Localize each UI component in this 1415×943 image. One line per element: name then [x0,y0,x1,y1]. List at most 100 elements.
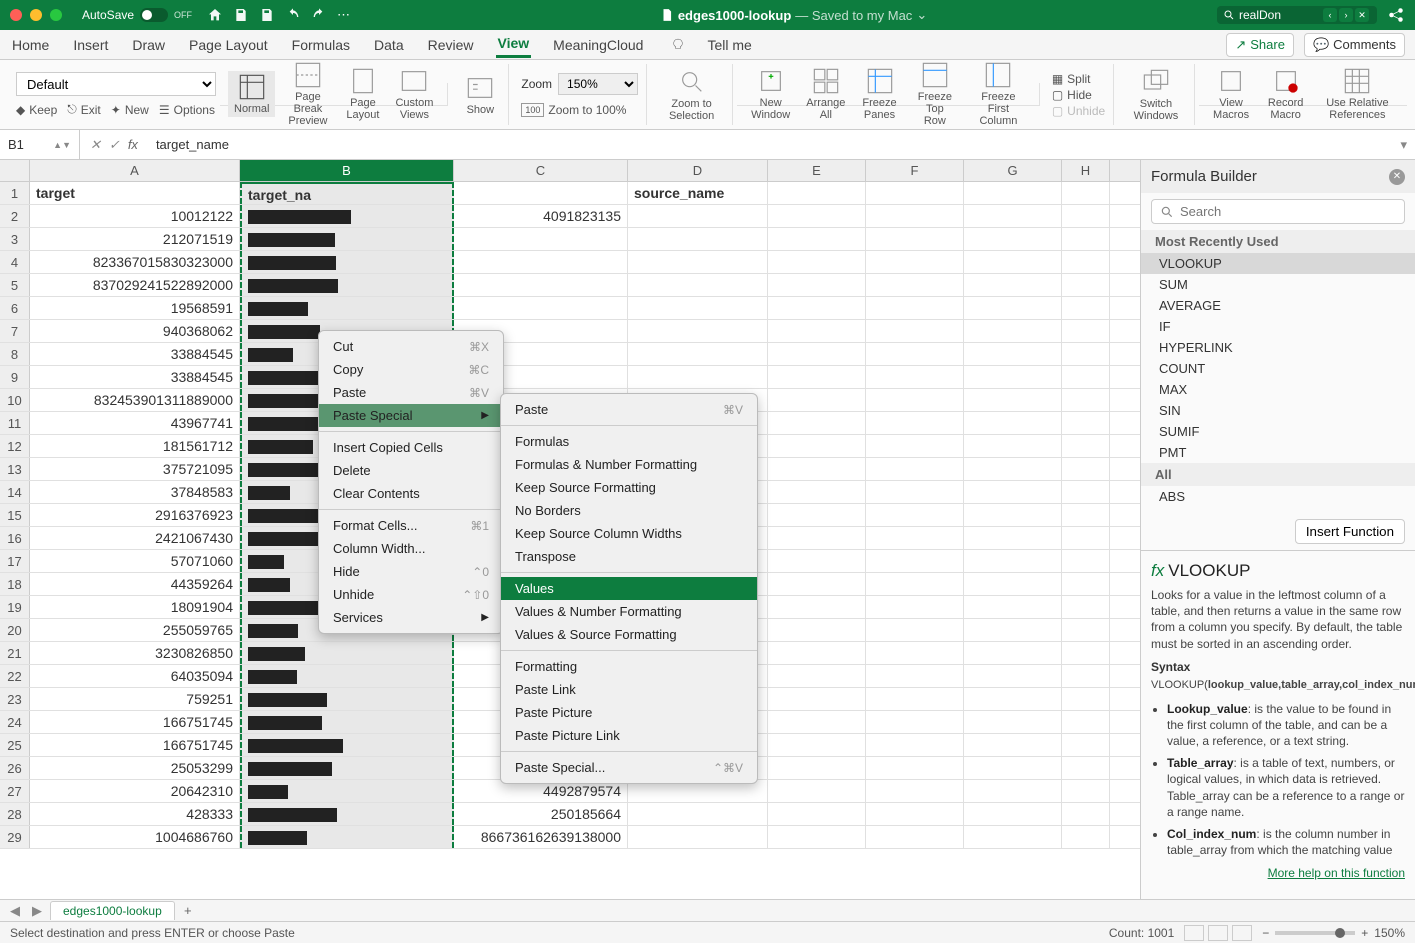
cell[interactable]: target_na [240,182,454,204]
menu-item-values-source-formatting[interactable]: Values & Source Formatting [501,623,757,646]
close-icon[interactable]: ✕ [1389,169,1405,185]
cell[interactable] [964,527,1062,549]
fb-fn-sin[interactable]: SIN [1141,400,1415,421]
cell[interactable] [964,205,1062,227]
cell[interactable]: 10012122 [30,205,240,227]
cell[interactable] [628,274,768,296]
menu-item-cut[interactable]: Cut⌘X [319,335,503,358]
select-all-corner[interactable] [0,160,30,181]
new-window-button[interactable]: New Window [745,65,796,123]
fb-fn-count[interactable]: COUNT [1141,358,1415,379]
row-header[interactable]: 13 [0,458,30,480]
chevron-down-icon[interactable]: ⌄ [916,7,927,23]
row-header[interactable]: 27 [0,780,30,802]
menu-item-paste-picture[interactable]: Paste Picture [501,701,757,724]
fb-fn-pmt[interactable]: PMT [1141,442,1415,463]
cell[interactable] [964,504,1062,526]
search-input[interactable] [1239,8,1319,22]
cell[interactable] [1062,274,1110,296]
fb-fn-if[interactable]: IF [1141,316,1415,337]
arrange-all-button[interactable]: Arrange All [800,65,851,123]
hide-button[interactable]: ▢ Hide [1052,88,1092,102]
cell[interactable] [1062,205,1110,227]
cell[interactable]: 64035094 [30,665,240,687]
cell[interactable] [768,619,866,641]
cell[interactable] [628,297,768,319]
menu-item-paste[interactable]: Paste⌘V [319,381,503,404]
cell[interactable] [768,481,866,503]
row-header[interactable]: 3 [0,228,30,250]
cell[interactable] [768,642,866,664]
row-header[interactable]: 15 [0,504,30,526]
menu-item-transpose[interactable]: Transpose [501,545,757,568]
cell[interactable] [866,435,964,457]
home-icon[interactable] [207,7,223,23]
tab-draw[interactable]: Draw [130,33,167,57]
cell[interactable] [1062,389,1110,411]
cell[interactable]: 3230826850 [30,642,240,664]
cell[interactable] [866,711,964,733]
cell[interactable] [628,343,768,365]
comments-button[interactable]: 💬 Comments [1304,33,1405,57]
row-header[interactable]: 24 [0,711,30,733]
menu-item-keep-source-formatting[interactable]: Keep Source Formatting [501,476,757,499]
row-header[interactable]: 9 [0,366,30,388]
cell[interactable] [866,366,964,388]
custom-views-button[interactable]: Custom Views [389,65,439,123]
cell[interactable] [964,596,1062,618]
freeze-first-button[interactable]: Freeze First Column [966,59,1031,129]
row-header[interactable]: 10 [0,389,30,411]
cell[interactable] [768,366,866,388]
cell[interactable] [964,274,1062,296]
cell[interactable] [454,297,628,319]
options-button[interactable]: ☰ Options [159,102,215,117]
cell[interactable]: 2916376923 [30,504,240,526]
cell[interactable]: 250185664 [454,803,628,825]
tab-page-layout[interactable]: Page Layout [187,33,270,57]
row-header[interactable]: 6 [0,297,30,319]
row-header[interactable]: 5 [0,274,30,296]
cell[interactable]: 25053299 [30,757,240,779]
fb-fn-sumif[interactable]: SUMIF [1141,421,1415,442]
menu-item-values[interactable]: Values [501,577,757,600]
cell[interactable] [768,274,866,296]
autosave-toggle[interactable]: AutoSave OFF [82,8,192,22]
cell[interactable] [768,596,866,618]
cell[interactable] [768,297,866,319]
cell[interactable] [964,642,1062,664]
cell[interactable] [768,435,866,457]
cell[interactable] [1062,458,1110,480]
cell[interactable]: 37848583 [30,481,240,503]
cell[interactable]: 375721095 [30,458,240,480]
cell[interactable] [964,550,1062,572]
row-header[interactable]: 28 [0,803,30,825]
cell[interactable] [768,458,866,480]
cell[interactable] [768,573,866,595]
cell[interactable]: source_name [628,182,768,204]
menu-item-formatting[interactable]: Formatting [501,655,757,678]
cell[interactable] [866,550,964,572]
cell[interactable] [866,458,964,480]
cell[interactable] [964,757,1062,779]
cell[interactable] [866,343,964,365]
cell[interactable] [1062,573,1110,595]
cell[interactable] [964,665,1062,687]
normal-view-icon[interactable] [1184,925,1204,941]
cell[interactable] [240,757,454,779]
cell[interactable] [1062,435,1110,457]
cell[interactable]: 823367015830323000 [30,251,240,273]
cell[interactable]: 33884545 [30,366,240,388]
row-header[interactable]: 17 [0,550,30,572]
cell[interactable] [454,228,628,250]
cell[interactable] [768,826,866,848]
zoom-100-button[interactable]: 100 Zoom to 100% [521,103,626,117]
zoom-select[interactable]: 150% [558,73,638,95]
row-header[interactable]: 18 [0,573,30,595]
cell[interactable] [628,320,768,342]
menu-item-no-borders[interactable]: No Borders [501,499,757,522]
cell[interactable] [240,228,454,250]
row-header[interactable]: 2 [0,205,30,227]
col-header-F[interactable]: F [866,160,964,181]
cell[interactable] [1062,366,1110,388]
sheet-prev-icon[interactable]: ◀ [6,903,24,919]
